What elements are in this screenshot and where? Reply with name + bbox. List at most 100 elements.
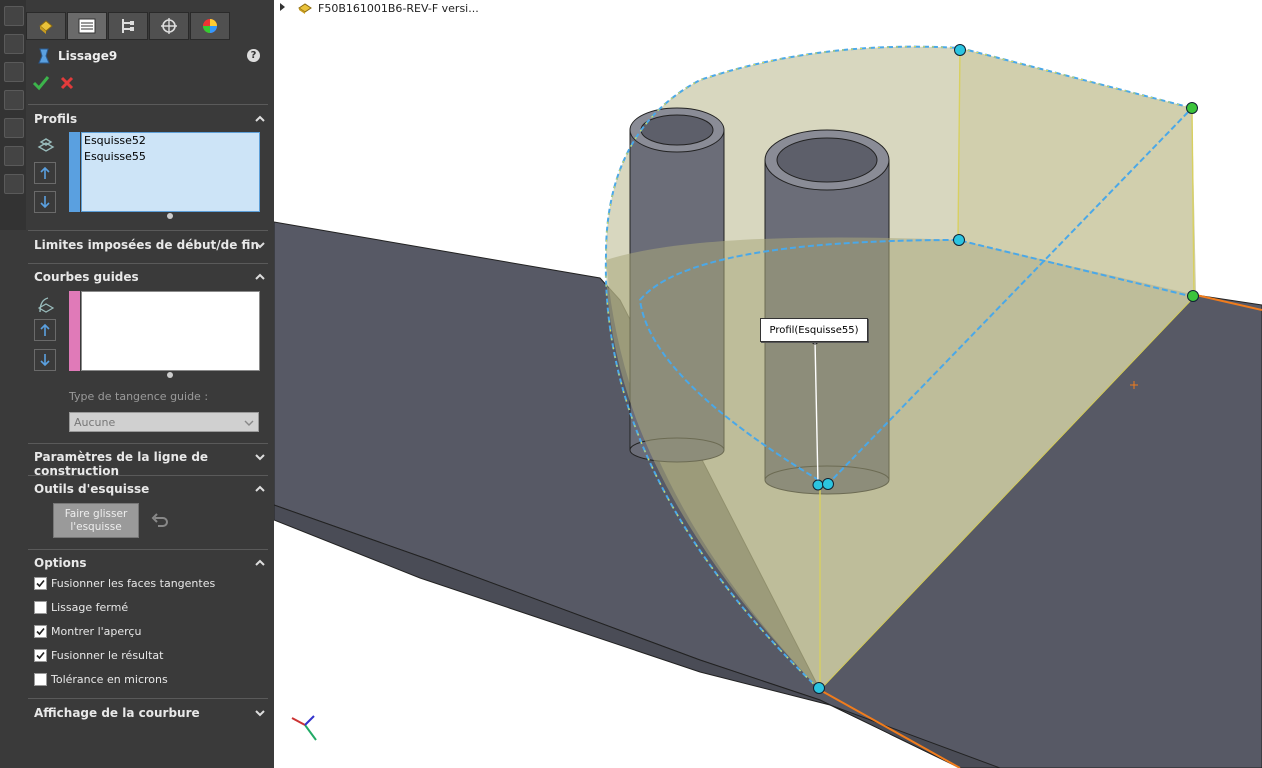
connector-point bbox=[822, 478, 834, 490]
checkbox[interactable] bbox=[34, 577, 47, 590]
section-limites[interactable]: Limites imposées de début/de fin bbox=[26, 238, 272, 258]
profile-callout[interactable]: Profil(Esquisse55) bbox=[760, 318, 868, 342]
checkbox[interactable] bbox=[34, 673, 47, 686]
feature-tree-flyout[interactable]: F50B161001B6-REV-F versi... bbox=[280, 0, 479, 16]
section-limites-title: Limites imposées de début/de fin bbox=[34, 238, 259, 252]
chevron-up-icon[interactable] bbox=[254, 483, 266, 495]
drag-sketch-line2: l'esquisse bbox=[70, 520, 122, 533]
resize-handle[interactable] bbox=[167, 213, 173, 219]
guide-move-up-button[interactable] bbox=[34, 319, 56, 341]
graphics-area[interactable] bbox=[274, 0, 1262, 768]
option-show-preview[interactable]: Montrer l'aperçu bbox=[34, 625, 141, 638]
help-button[interactable]: ? bbox=[247, 49, 260, 62]
chevron-down-icon[interactable] bbox=[254, 239, 266, 251]
strip-icon[interactable] bbox=[4, 146, 24, 166]
section-parametres-title: Paramètres de la ligne de construction bbox=[34, 450, 209, 478]
checkmark-icon bbox=[36, 651, 45, 660]
command-strip bbox=[0, 0, 26, 230]
option-merge-result[interactable]: Fusionner le résultat bbox=[34, 649, 163, 662]
tangency-label: Type de tangence guide : bbox=[69, 390, 209, 403]
property-manager-icon bbox=[78, 18, 96, 34]
drag-sketch-button[interactable]: Faire glisser l'esquisse bbox=[53, 503, 139, 538]
feature-manager-icon bbox=[39, 20, 53, 34]
profile-selection-icon bbox=[37, 138, 55, 152]
section-outils[interactable]: Outils d'esquisse bbox=[26, 482, 272, 502]
strip-icon[interactable] bbox=[4, 62, 24, 82]
strip-icon[interactable] bbox=[4, 118, 24, 138]
chevron-down-icon[interactable] bbox=[254, 451, 266, 463]
option-closed-loft[interactable]: Lissage fermé bbox=[34, 601, 128, 614]
part-icon bbox=[298, 3, 312, 14]
profile-callout-label: Profil(Esquisse55) bbox=[769, 324, 859, 336]
section-affichage[interactable]: Affichage de la courbure bbox=[26, 706, 272, 726]
connector-point bbox=[1186, 102, 1198, 114]
section-outils-title: Outils d'esquisse bbox=[34, 482, 150, 496]
profile-item[interactable]: Esquisse55 bbox=[82, 149, 259, 165]
strip-icon[interactable] bbox=[4, 6, 24, 26]
tab-property-manager[interactable] bbox=[67, 12, 107, 40]
move-up-button[interactable] bbox=[34, 162, 56, 184]
profile-item[interactable]: Esquisse52 bbox=[82, 133, 259, 149]
checkmark-icon bbox=[36, 627, 45, 636]
display-manager-icon bbox=[203, 19, 217, 33]
profile-color-bar bbox=[69, 132, 80, 212]
option-label: Fusionner les faces tangentes bbox=[51, 577, 216, 590]
chevron-down-icon[interactable] bbox=[254, 707, 266, 719]
option-label: Montrer l'aperçu bbox=[51, 625, 142, 638]
model-view[interactable] bbox=[274, 0, 1262, 768]
configuration-manager-icon bbox=[122, 19, 134, 33]
manager-tabs bbox=[26, 12, 272, 40]
section-parametres[interactable]: Paramètres de la ligne de construction bbox=[26, 450, 272, 478]
tab-display-manager[interactable] bbox=[190, 12, 230, 40]
connector-point bbox=[1187, 290, 1199, 302]
guide-curve-icon bbox=[37, 297, 55, 313]
view-triad-icon bbox=[291, 715, 317, 741]
arrow-down-icon bbox=[40, 354, 50, 367]
cancel-button[interactable] bbox=[60, 76, 74, 90]
checkbox[interactable] bbox=[34, 625, 47, 638]
profiles-listbox[interactable]: Esquisse52 Esquisse55 bbox=[81, 132, 260, 212]
strip-icon[interactable] bbox=[4, 90, 24, 110]
undo-drag-icon[interactable] bbox=[150, 512, 170, 530]
guide-curves-listbox[interactable] bbox=[81, 291, 260, 371]
arrow-up-icon bbox=[40, 323, 50, 336]
move-down-button[interactable] bbox=[34, 191, 56, 213]
chevron-up-icon[interactable] bbox=[254, 271, 266, 283]
arrow-up-icon bbox=[40, 166, 50, 179]
guide-move-down-button[interactable] bbox=[34, 349, 56, 371]
section-courbes[interactable]: Courbes guides bbox=[26, 270, 272, 290]
option-micron-tolerance[interactable]: Tolérance en microns bbox=[34, 673, 168, 686]
tangency-value: Aucune bbox=[74, 416, 116, 429]
option-label: Tolérance en microns bbox=[51, 673, 168, 686]
property-manager-panel: Lissage9 ? Profils Esquisse52 Esquisse55… bbox=[0, 0, 274, 768]
option-label: Lissage fermé bbox=[51, 601, 129, 614]
drag-sketch-line1: Faire glisser bbox=[64, 507, 128, 520]
section-profils-title: Profils bbox=[34, 112, 78, 126]
loft-feature-icon bbox=[38, 48, 50, 64]
dimxpert-manager-icon bbox=[161, 18, 177, 34]
strip-icon[interactable] bbox=[4, 174, 24, 194]
chevron-up-icon[interactable] bbox=[254, 113, 266, 125]
guide-color-bar bbox=[69, 291, 80, 371]
resize-handle[interactable] bbox=[167, 372, 173, 378]
help-label: ? bbox=[250, 50, 257, 61]
option-merge-tangent-faces[interactable]: Fusionner les faces tangentes bbox=[34, 577, 215, 590]
arrow-down-icon bbox=[40, 196, 50, 209]
section-profils[interactable]: Profils bbox=[26, 112, 272, 132]
tangency-dropdown[interactable]: Aucune bbox=[69, 412, 259, 432]
feature-title: Lissage9 bbox=[58, 49, 118, 63]
tree-root-label[interactable]: F50B161001B6-REV-F versi... bbox=[318, 2, 479, 15]
section-options[interactable]: Options bbox=[26, 556, 272, 576]
tab-feature-manager[interactable] bbox=[26, 12, 66, 40]
strip-icon[interactable] bbox=[4, 34, 24, 54]
connector-point bbox=[813, 682, 825, 694]
checkbox[interactable] bbox=[34, 601, 47, 614]
connector-point bbox=[954, 44, 966, 56]
tab-configuration-manager[interactable] bbox=[108, 12, 148, 40]
tab-dimxpert-manager[interactable] bbox=[149, 12, 189, 40]
accept-button[interactable] bbox=[32, 75, 50, 91]
section-options-title: Options bbox=[34, 556, 87, 570]
chevron-down-icon bbox=[244, 420, 254, 426]
chevron-up-icon[interactable] bbox=[254, 557, 266, 569]
checkbox[interactable] bbox=[34, 649, 47, 662]
